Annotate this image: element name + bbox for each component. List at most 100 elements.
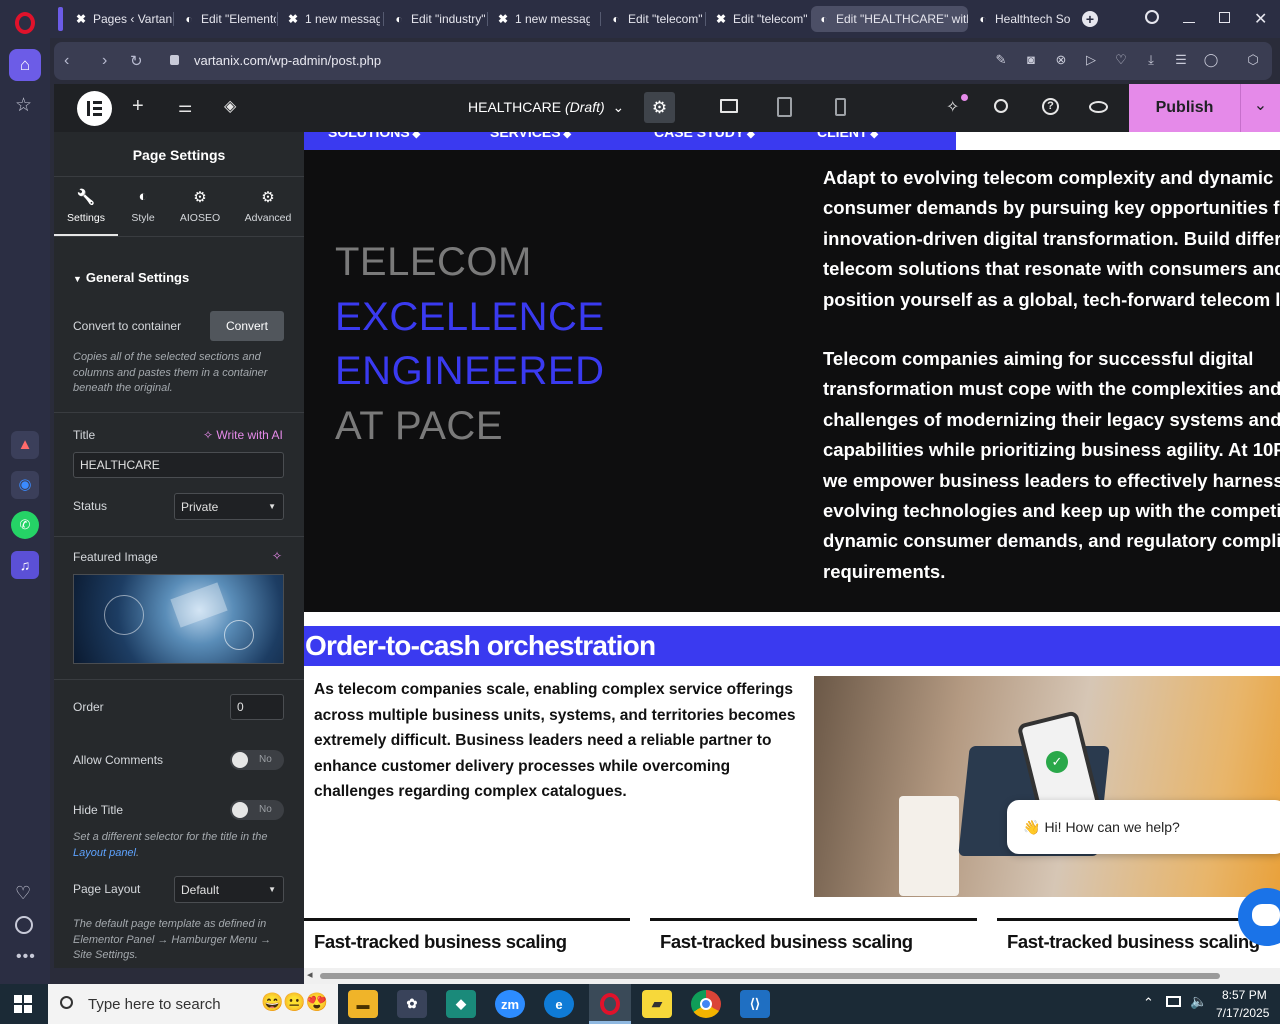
back-icon[interactable]: ‹ xyxy=(64,52,69,70)
layout-panel-link[interactable]: Layout panel xyxy=(73,847,136,859)
panel-tab-advanced[interactable]: ⚙ Advanced xyxy=(232,188,304,224)
whatsapp-icon[interactable]: ✆ xyxy=(11,511,39,539)
panel-tab-label: AIOSEO xyxy=(179,212,221,224)
star-icon[interactable]: ☆ xyxy=(15,94,32,117)
chrome-icon[interactable] xyxy=(691,990,721,1018)
hide-title-toggle[interactable]: No xyxy=(230,800,284,820)
download-icon[interactable]: ⤓ xyxy=(1143,52,1159,68)
menu-item[interactable]: CASE STUDY ◆ xyxy=(654,132,755,140)
chat-greeting-bubble[interactable]: 👋 Hi! How can we help? xyxy=(1007,800,1280,854)
reload-icon[interactable]: ↻ xyxy=(130,52,143,70)
browser-tab[interactable]: ◐ Healthtech So xyxy=(970,6,1070,32)
convert-button[interactable]: Convert xyxy=(210,311,284,341)
browser-tab[interactable]: ◐ Edit "HEALTHCARE" with xyxy=(811,6,968,32)
write-with-ai-link[interactable]: ✧ Write with AI xyxy=(203,428,283,442)
finder-search-icon[interactable] xyxy=(994,99,1008,113)
edit-icon[interactable]: ✎ xyxy=(993,52,1009,68)
new-tab-button[interactable]: + xyxy=(1082,11,1098,27)
structure-icon[interactable]: ◈ xyxy=(224,96,236,116)
easy-setup-icon[interactable]: ☰ xyxy=(1173,52,1189,68)
browser-tab[interactable]: ◐ Edit "telecom" xyxy=(603,6,703,32)
preview-icon[interactable] xyxy=(1089,101,1108,113)
profile-icon[interactable]: ◯ xyxy=(1203,52,1219,68)
scroll-left-icon[interactable]: ◂ xyxy=(307,968,313,981)
file-explorer-icon[interactable]: ▬ xyxy=(348,990,378,1018)
minimize-icon[interactable] xyxy=(1183,22,1195,23)
opera-taskbar-icon[interactable] xyxy=(589,984,631,1024)
hide-title-label: Hide Title xyxy=(73,803,124,817)
clock-date[interactable]: 7/17/2025 xyxy=(1216,1006,1269,1020)
music-icon[interactable]: ♫ xyxy=(11,551,39,579)
elementor-logo-icon[interactable] xyxy=(77,91,112,126)
browser-tab[interactable]: ✖ Edit "telecom" xyxy=(708,6,808,32)
paint-icon[interactable]: ✿ xyxy=(397,990,427,1018)
send-icon[interactable]: ▷ xyxy=(1083,52,1099,68)
tray-chevron-icon[interactable]: ⌃ xyxy=(1143,995,1154,1011)
sticky-notes-icon[interactable]: ▰ xyxy=(642,990,672,1018)
volume-icon[interactable]: 🔈 xyxy=(1190,993,1207,1010)
url-field[interactable]: vartanix.com/wp-admin/post.php xyxy=(194,53,381,68)
wrench-icon: 🔧 xyxy=(76,189,96,206)
ai-sparkle-icon[interactable]: ✧ xyxy=(272,549,282,563)
caret-down-icon: ▼ xyxy=(73,274,82,284)
panel-tab-settings[interactable]: 🔧 Settings xyxy=(54,188,118,224)
search-tabs-icon[interactable] xyxy=(1145,10,1159,24)
adblock-icon[interactable]: ⊗ xyxy=(1053,52,1069,68)
document-title[interactable]: HEALTHCARE (Draft) ⌄ xyxy=(468,99,624,116)
lock-icon[interactable] xyxy=(170,55,179,65)
clock-time[interactable]: 8:57 PM xyxy=(1222,988,1267,1002)
featured-image[interactable] xyxy=(73,574,284,664)
extension-icon[interactable]: ⬡ xyxy=(1245,52,1261,68)
close-window-icon[interactable]: ✕ xyxy=(1254,9,1267,29)
notifications-icon[interactable]: ✧ xyxy=(946,97,959,117)
scrollbar-thumb[interactable] xyxy=(320,973,1220,979)
browser-tab[interactable]: ◐ Edit "Elementor" xyxy=(176,6,276,32)
app-icon[interactable]: ◆ xyxy=(446,990,476,1018)
publish-options-button[interactable]: ⌄ xyxy=(1240,84,1280,132)
browser-tab[interactable]: ✖ Pages ‹ Vartanix xyxy=(68,6,172,32)
heart-icon[interactable]: ♡ xyxy=(15,883,31,904)
menu-item[interactable]: SOLUTIONS ◆ xyxy=(328,132,420,140)
add-element-icon[interactable]: + xyxy=(132,95,144,118)
history-icon[interactable] xyxy=(15,916,33,934)
menu-item-label: CASE STUDY xyxy=(654,132,745,140)
title-input[interactable]: HEALTHCARE xyxy=(73,452,284,478)
tablet-view-icon[interactable] xyxy=(777,97,792,117)
help-icon[interactable]: ? xyxy=(1042,98,1059,115)
panel-tab-aioseo[interactable]: ⚙ AIOSEO xyxy=(168,188,232,224)
menu-item[interactable]: CLIENT ◆ xyxy=(817,132,878,140)
page-layout-select[interactable]: Default ▼ xyxy=(174,876,284,903)
page-settings-icon[interactable]: ⚙ xyxy=(644,92,675,123)
home-icon[interactable]: ⌂ xyxy=(9,49,41,81)
status-value: Private xyxy=(181,499,219,514)
network-icon[interactable] xyxy=(1166,996,1181,1007)
aria-icon[interactable]: ▲ xyxy=(11,431,39,459)
maximize-icon[interactable] xyxy=(1219,12,1230,23)
mobile-view-icon[interactable] xyxy=(835,98,846,116)
favorite-icon[interactable]: ♡ xyxy=(1113,52,1129,68)
order-input[interactable]: 0 xyxy=(230,694,284,720)
taskbar-search[interactable]: Type here to search 😄😐😍 xyxy=(48,984,338,1024)
panel-tab-style[interactable]: ◐ Style xyxy=(118,188,168,224)
browser-tab[interactable]: ✖ 1 new message xyxy=(490,6,590,32)
messenger-icon[interactable]: ◉ xyxy=(11,471,39,499)
site-settings-icon[interactable]: ⚌ xyxy=(178,97,192,117)
horizontal-scrollbar[interactable]: ◂ xyxy=(304,968,1280,984)
publish-button[interactable]: Publish xyxy=(1129,84,1240,132)
forward-icon[interactable]: › xyxy=(102,52,107,70)
browser-tab[interactable]: ◐ Edit "industry" xyxy=(386,6,486,32)
opera-logo-icon[interactable] xyxy=(15,12,35,34)
camera-icon[interactable]: ◙ xyxy=(1023,52,1039,68)
edge-icon[interactable]: e xyxy=(544,990,574,1018)
desktop-view-icon[interactable] xyxy=(720,99,738,113)
more-icon[interactable]: ••• xyxy=(16,948,36,966)
general-settings-toggle[interactable]: ▼ General Settings xyxy=(73,270,189,285)
convert-label: Convert to container xyxy=(73,319,182,333)
status-select[interactable]: Private ▼ xyxy=(174,493,284,520)
zoom-icon[interactable]: zm xyxy=(495,990,525,1018)
allow-comments-toggle[interactable]: No xyxy=(230,750,284,770)
browser-tab[interactable]: ✖ 1 new message xyxy=(280,6,380,32)
menu-item[interactable]: SERVICES ◆ xyxy=(490,132,571,140)
vscode-icon[interactable]: ⟨⟩ xyxy=(740,990,770,1018)
windows-start-icon[interactable] xyxy=(14,995,32,1013)
